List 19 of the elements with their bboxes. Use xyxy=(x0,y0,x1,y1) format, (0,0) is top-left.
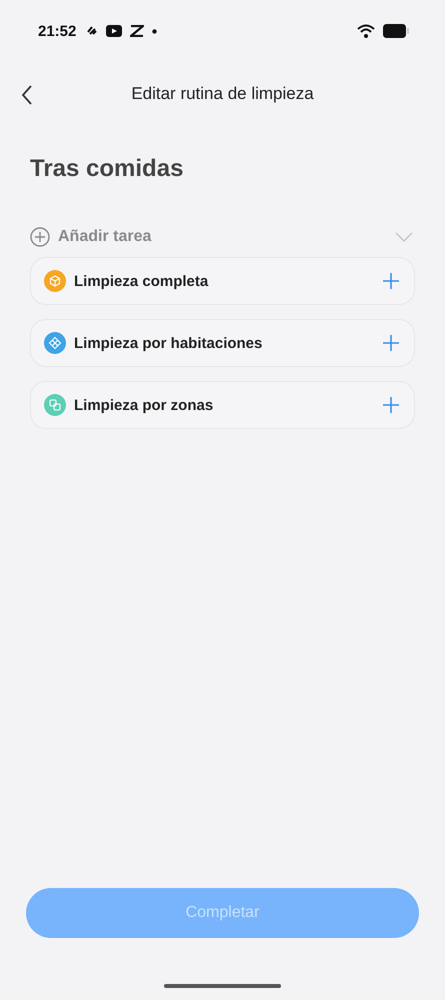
battery-icon xyxy=(383,24,409,38)
task-card[interactable]: Limpieza completa xyxy=(30,257,415,305)
status-time: 21:52 xyxy=(38,22,76,40)
add-button[interactable] xyxy=(380,332,402,354)
add-circle-icon[interactable] xyxy=(30,227,50,247)
task-card[interactable]: Limpieza por habitaciones xyxy=(30,319,415,367)
dot-icon xyxy=(152,28,158,34)
task-label: Limpieza completa xyxy=(74,272,210,290)
task-label: Limpieza por zonas xyxy=(74,396,214,414)
add-button[interactable] xyxy=(380,394,402,416)
task-label: Limpieza por habitaciones xyxy=(74,334,264,352)
routine-name: Tras comidas xyxy=(30,155,184,184)
task-card[interactable]: Limpieza por zonas xyxy=(30,381,415,429)
add-button[interactable] xyxy=(380,270,402,292)
play-icon xyxy=(106,25,122,37)
back-icon[interactable] xyxy=(20,84,34,106)
chevron-icon[interactable] xyxy=(395,232,413,242)
page-title: Editar rutina de limpieza xyxy=(131,84,314,104)
wifi-icon xyxy=(357,24,375,38)
